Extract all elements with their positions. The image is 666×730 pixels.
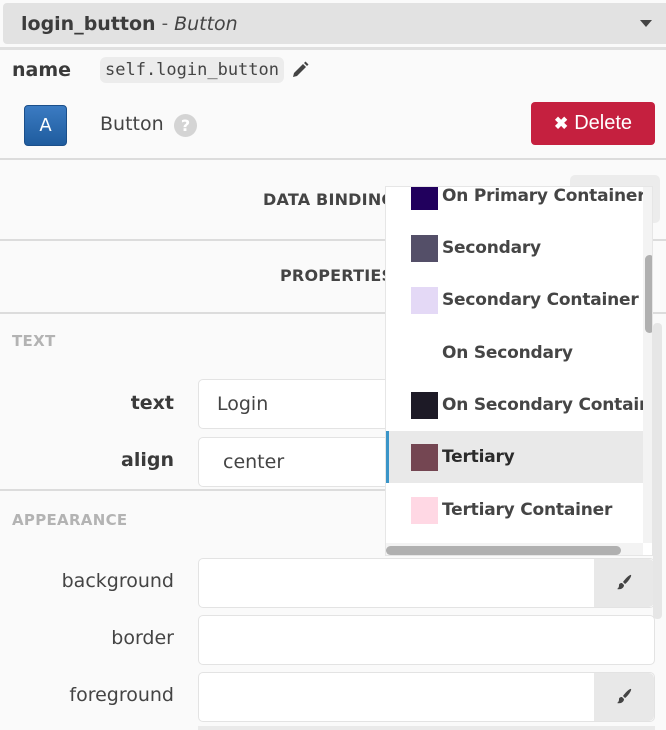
paintbrush-icon: [617, 574, 632, 590]
component-name: login_button: [21, 12, 156, 35]
color-option-list: On Primary Container Secondary Secondary…: [386, 187, 643, 543]
prop-label-foreground: foreground: [69, 684, 174, 706]
header-separator: -: [161, 13, 169, 34]
component-selector[interactable]: login_button - Button: [3, 3, 666, 44]
color-swatch: [411, 234, 438, 262]
color-option[interactable]: Tertiary Container: [386, 484, 643, 536]
help-icon[interactable]: ?: [174, 114, 197, 137]
dropdown-vertical-scrollbar-track[interactable]: [643, 187, 652, 543]
component-info-row: A Button ? ✖ Delete: [0, 98, 666, 156]
color-swatch: [411, 496, 438, 524]
component-properties-panel: login_button - Button name self.login_bu…: [0, 0, 666, 730]
text-input[interactable]: Login: [198, 379, 408, 429]
prop-label-background: background: [61, 570, 174, 592]
color-option-selected[interactable]: Tertiary: [386, 431, 643, 483]
section-properties[interactable]: PROPERTIES: [280, 266, 393, 285]
color-option-label: On Primary Container: [442, 187, 643, 206]
foreground-input[interactable]: [198, 672, 655, 722]
delete-button[interactable]: ✖ Delete: [531, 102, 655, 145]
component-type: Button: [174, 12, 238, 35]
prop-label-border: border: [111, 627, 174, 649]
color-swatch: [411, 443, 438, 471]
dropdown-vertical-scrollbar-thumb[interactable]: [645, 255, 652, 333]
paintbrush-icon: [617, 688, 632, 704]
divider: [0, 489, 400, 491]
caret-down-icon[interactable]: [640, 20, 652, 27]
background-color-picker-button[interactable]: [594, 559, 654, 607]
component-type-label: Button: [100, 113, 164, 135]
color-option-label: Tertiary Container: [442, 500, 613, 520]
color-option-label: Tertiary: [442, 447, 515, 467]
name-value[interactable]: self.login_button: [100, 57, 284, 83]
dropdown-horizontal-scrollbar-thumb[interactable]: [386, 546, 621, 555]
color-swatch: [411, 286, 438, 314]
group-title-appearance: APPEARANCE: [12, 511, 128, 529]
pencil-icon[interactable]: [290, 60, 310, 80]
prop-label-align: align: [121, 449, 174, 471]
close-icon: ✖: [553, 113, 569, 133]
color-dropdown[interactable]: On Primary Container Secondary Secondary…: [385, 186, 653, 556]
color-option[interactable]: Secondary Container: [386, 274, 643, 326]
button-component-icon: A: [24, 105, 67, 146]
color-option[interactable]: On Secondary: [386, 327, 643, 379]
color-option[interactable]: On Secondary Container: [386, 379, 643, 431]
group-title-text: TEXT: [12, 332, 56, 350]
name-row: name self.login_button: [12, 54, 310, 86]
color-option[interactable]: Secondary: [386, 222, 643, 274]
color-swatch: [411, 391, 438, 419]
background-input[interactable]: [198, 558, 655, 608]
next-input-edge: [198, 726, 655, 730]
prop-label-text: text: [130, 392, 174, 414]
align-select-value: center: [223, 451, 285, 473]
color-option-label: On Secondary: [442, 343, 573, 363]
color-option-label: On Secondary Container: [442, 395, 643, 415]
text-input-value: Login: [217, 393, 269, 415]
foreground-color-picker-button[interactable]: [594, 673, 654, 721]
color-option-label: Secondary Container: [442, 290, 639, 310]
border-input[interactable]: [198, 615, 655, 665]
color-swatch: [411, 187, 438, 210]
divider: [0, 158, 666, 160]
color-option[interactable]: On Primary Container: [386, 187, 643, 222]
delete-label: Delete: [574, 112, 633, 134]
header-divider: [0, 47, 666, 50]
color-swatch: [411, 339, 438, 367]
panel-scrollbar[interactable]: [653, 323, 662, 619]
name-label: name: [12, 59, 72, 81]
color-option-label: Secondary: [442, 238, 541, 258]
align-select[interactable]: center: [198, 437, 408, 487]
